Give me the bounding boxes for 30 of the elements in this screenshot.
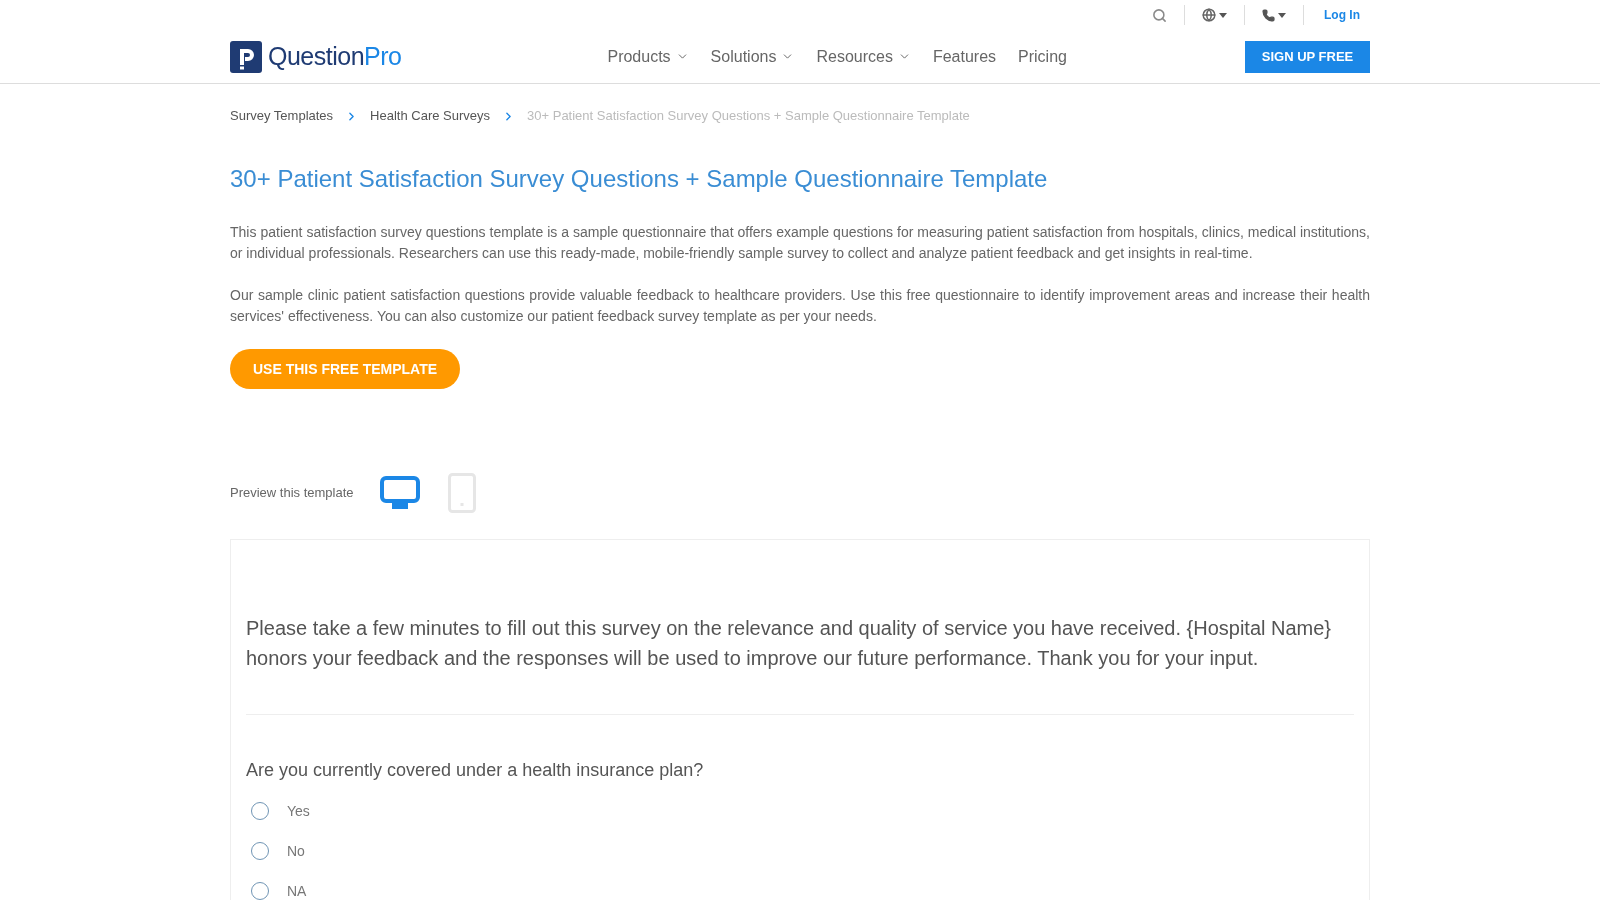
phone-icon[interactable] bbox=[1262, 8, 1275, 22]
nav-link[interactable]: Solutions bbox=[710, 44, 795, 69]
radio-button[interactable] bbox=[251, 882, 269, 900]
description-paragraph: Our sample clinic patient satisfaction questions provide valuable feedback to healthcare providers. Use this free questionnaire to identify improvement areas and increase their health services' effectiveness. You can also customize our patient feedback survey template as per your needs. bbox=[230, 286, 1370, 326]
nav-link[interactable]: Resources bbox=[816, 44, 911, 69]
logo-icon[interactable] bbox=[230, 40, 262, 73]
sign-up-button[interactable]: SIGN UP FREE bbox=[1245, 40, 1370, 73]
login-link[interactable]: Log In bbox=[1324, 6, 1360, 24]
option-label: No bbox=[287, 841, 305, 861]
monitor-icon[interactable] bbox=[379, 476, 420, 509]
breadcrumb-current: 30+ Patient Satisfaction Survey Questions + Sample Questionnaire Template bbox=[527, 107, 970, 125]
nav-link[interactable]: Pricing bbox=[1018, 44, 1067, 69]
caret-icon[interactable] bbox=[1278, 12, 1286, 18]
preview-label: Preview this template bbox=[230, 483, 354, 502]
caret-icon[interactable] bbox=[1219, 12, 1227, 18]
globe-icon[interactable] bbox=[1202, 8, 1216, 22]
radio-button[interactable] bbox=[251, 842, 269, 860]
option-label: Yes bbox=[287, 801, 310, 821]
breadcrumb-link[interactable]: Survey Templates bbox=[230, 107, 334, 125]
nav-link[interactable]: Features bbox=[932, 44, 997, 69]
page-title: 30+ Patient Satisfaction Survey Questions + Sample Questionnaire Template bbox=[230, 164, 1049, 194]
breadcrumb-link[interactable]: Health Care Surveys bbox=[370, 107, 491, 125]
logo-wordmark[interactable]: QuestionPro bbox=[268, 44, 402, 69]
description-paragraph: This patient satisfaction survey questions template is a sample questionnaire that offers example questions for measuring patient satisfaction from hospitals, clinics, medical institutions, or individual professionals. Researchers can use this ready-made, mobile-friendly sample survey to collect and analyze patient feedback and get insights in real-time. bbox=[230, 223, 1370, 263]
radio-button[interactable] bbox=[251, 802, 269, 820]
search-icon[interactable] bbox=[1152, 7, 1167, 23]
option-label: NA bbox=[287, 881, 307, 900]
nav-link[interactable]: Products bbox=[607, 44, 689, 69]
survey-intro: Please take a few minutes to fill out this survey on the relevance and quality of service you have received. {Hospital Name} honors your feedback and the responses will be used to improve our future performance. Thank you for your input. bbox=[246, 616, 1333, 671]
question-text: Are you currently covered under a health insurance plan? bbox=[246, 759, 705, 782]
